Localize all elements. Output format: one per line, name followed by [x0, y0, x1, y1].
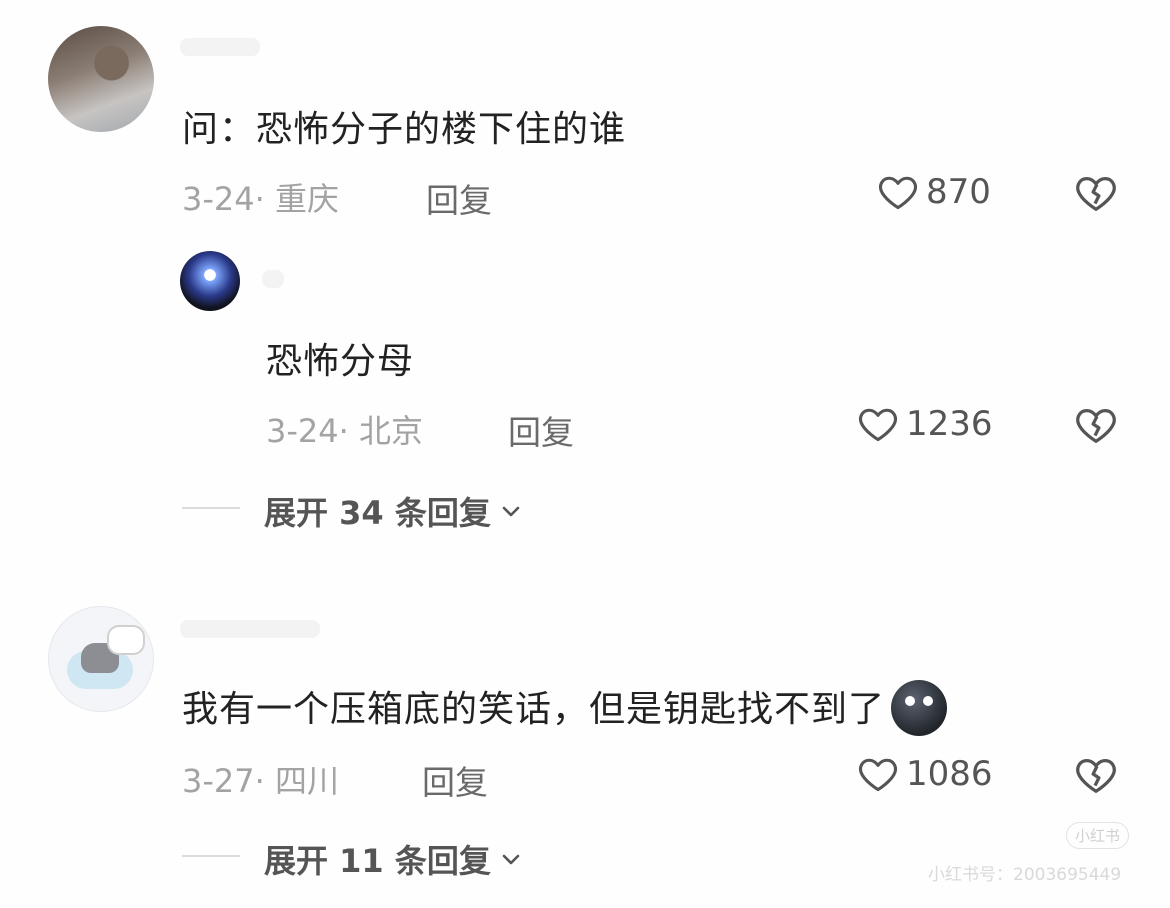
reply-button[interactable]: 回复 — [426, 174, 492, 222]
username-blurred[interactable] — [262, 270, 284, 288]
reply-date: 3-24 — [266, 412, 339, 450]
avatar[interactable] — [180, 251, 240, 311]
watermark-text: 小红书号：2003695449 — [928, 865, 1122, 885]
like-count: 870 — [926, 172, 991, 212]
chevron-down-icon — [502, 506, 520, 517]
like-button[interactable]: 1086 — [856, 752, 993, 796]
like-button[interactable]: 1236 — [856, 402, 993, 446]
expand-label: 展开 11 条回复 — [264, 842, 491, 880]
heart-icon — [859, 408, 897, 442]
comment-location: 重庆 — [274, 180, 339, 218]
comment-text: 问：恐怖分子的楼下住的谁 — [182, 109, 627, 150]
expand-label: 展开 34 条回复 — [264, 494, 491, 532]
avatar[interactable] — [48, 26, 154, 132]
broken-heart-icon[interactable] — [1073, 170, 1119, 216]
expand-replies-button[interactable]: 展开 34 条回复 — [264, 488, 523, 534]
reply-button[interactable]: 回复 — [508, 406, 574, 454]
meta-separator: · — [254, 762, 275, 800]
avatar-bubble-shape — [107, 625, 145, 655]
meta-separator: · — [338, 412, 359, 450]
divider — [182, 855, 240, 857]
comment-body: 我有一个压箱底的笑话，但是钥匙找不到了 — [182, 689, 886, 730]
reply-location: 北京 — [358, 412, 423, 450]
comment-date: 3-27 — [182, 762, 255, 800]
username-blurred[interactable] — [180, 620, 320, 638]
comment-location: 四川 — [274, 762, 339, 800]
reply-text: 恐怖分母 — [266, 341, 415, 382]
reply-meta: 3-24· 北京 — [266, 406, 423, 452]
divider — [182, 507, 240, 509]
meta-separator: · — [254, 180, 275, 218]
comment-meta: 3-27· 四川 — [182, 756, 339, 802]
heart-icon — [879, 176, 917, 210]
avatar[interactable] — [48, 606, 154, 712]
comment-text: 我有一个压箱底的笑话，但是钥匙找不到了 — [182, 680, 948, 739]
like-button[interactable]: 870 — [876, 170, 991, 214]
reply-button[interactable]: 回复 — [422, 756, 488, 804]
heart-icon — [859, 758, 897, 792]
expand-replies-button[interactable]: 展开 11 条回复 — [264, 836, 523, 882]
watermark-badge: 小红书 — [1066, 822, 1130, 849]
broken-heart-icon[interactable] — [1073, 752, 1119, 798]
dark-moon-face-emoji — [891, 680, 948, 736]
like-count: 1236 — [906, 404, 993, 444]
comment-date: 3-24 — [182, 180, 255, 218]
username-blurred[interactable] — [180, 38, 260, 56]
like-count: 1086 — [906, 754, 993, 794]
broken-heart-icon[interactable] — [1073, 402, 1119, 448]
comment-meta: 3-24· 重庆 — [182, 174, 339, 220]
chevron-down-icon — [502, 854, 520, 865]
